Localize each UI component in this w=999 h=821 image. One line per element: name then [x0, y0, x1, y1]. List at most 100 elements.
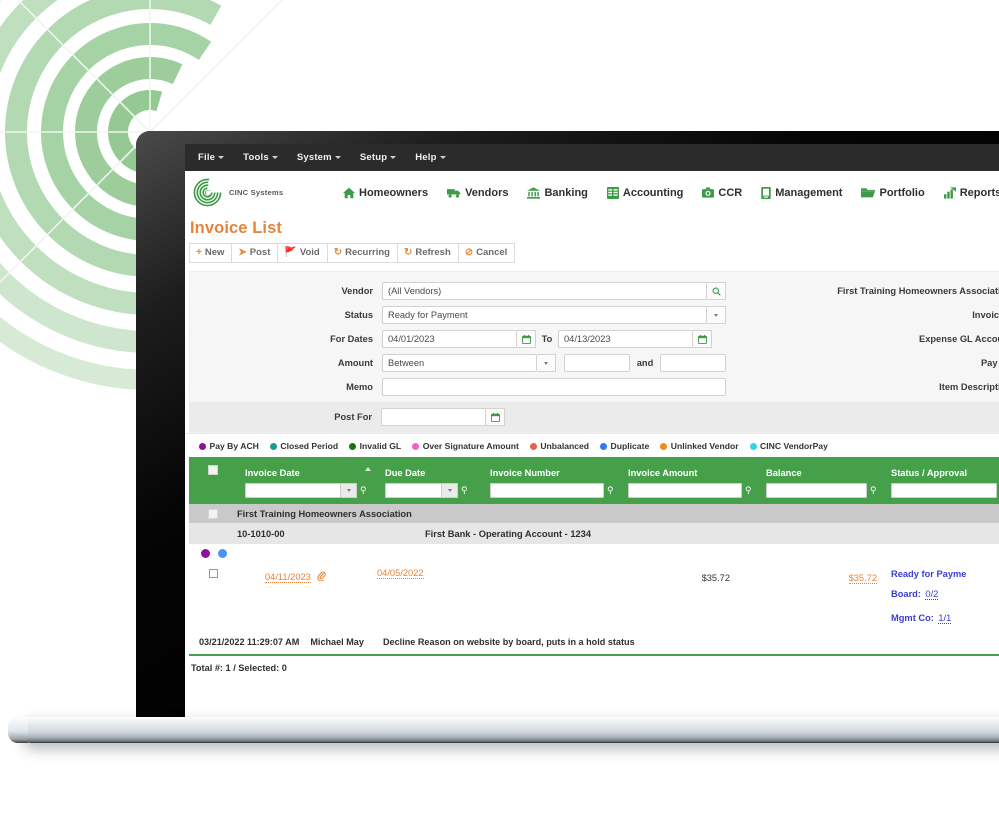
menu-help-label: Help: [415, 152, 437, 163]
table-row[interactable]: 04/11/2023 04/05/2022 $35.72 $35.72 Read…: [189, 562, 999, 628]
post-for-input[interactable]: [381, 408, 486, 426]
menu-tools[interactable]: Tools: [243, 152, 278, 163]
row-note: 03/21/2022 11:29:07 AM Michael May Decli…: [189, 628, 999, 656]
cell-due-date[interactable]: 04/05/2022: [377, 568, 424, 579]
chevron-down-icon: [271, 156, 278, 159]
post-for-calendar-button[interactable]: [486, 408, 505, 426]
column-header-invoice-date[interactable]: Invoice Date: [237, 468, 300, 478]
nav-item-management[interactable]: Management: [761, 186, 842, 199]
mgmt-approval-value[interactable]: 1/1: [938, 612, 952, 624]
post-button[interactable]: ➤ Post: [231, 243, 278, 263]
status-label: Status: [344, 310, 373, 320]
filter-funnel-icon[interactable]: ⚲: [607, 485, 616, 496]
calendar-icon: [697, 334, 707, 344]
expense-gl-label: Expense GL Account: [919, 334, 999, 344]
column-header-invoice-amount[interactable]: Invoice Amount: [620, 468, 697, 478]
filter-funnel-icon[interactable]: ⚲: [745, 485, 754, 496]
legend-item-unlinked-vendor: Unlinked Vendor: [660, 441, 739, 451]
nav-item-banking[interactable]: Banking: [527, 187, 588, 199]
nav-item-ccr[interactable]: CCR: [702, 187, 742, 199]
cancel-button[interactable]: ⊘ Cancel: [457, 243, 516, 263]
legend-label: Over Signature Amount: [422, 441, 519, 451]
status-legend: Pay By ACH Closed Period Invalid GL Over…: [185, 433, 999, 457]
nav-item-homeowners[interactable]: Homeowners: [343, 187, 428, 199]
group-row-label: First Training Homeowners Association: [237, 508, 412, 519]
cell-invoice-date[interactable]: 04/11/2023: [265, 572, 311, 583]
board-approval-value[interactable]: 0/2: [925, 589, 939, 601]
menu-setup[interactable]: Setup: [360, 152, 397, 163]
filter-balance-input[interactable]: [766, 483, 867, 498]
nav-item-portfolio[interactable]: Portfolio: [861, 186, 925, 199]
filter-due-date-dropdown[interactable]: [442, 483, 458, 498]
amount-operator-dropdown-button[interactable]: [537, 354, 556, 372]
legend-dot-icon: [660, 442, 668, 450]
filter-row-dates: For Dates 04/01/2023 To 04/13/2023 Expen…: [190, 330, 999, 348]
void-button[interactable]: 🚩 Void: [277, 243, 327, 263]
board-approval-label: Board:: [891, 589, 921, 600]
group-select-checkbox[interactable]: [208, 508, 218, 519]
paperclip-icon[interactable]: [317, 568, 326, 586]
column-header-status-approval[interactable]: Status / Approval: [883, 468, 967, 478]
filter-status-input[interactable]: [891, 483, 997, 498]
for-date-from-input[interactable]: 04/01/2023: [382, 330, 517, 348]
legend-label: Pay By ACH: [209, 441, 259, 451]
menu-system[interactable]: System: [297, 152, 341, 163]
vendor-search-button[interactable]: [707, 282, 726, 300]
nav-items: Homeowners Vendors Banking Accounting CC…: [343, 186, 999, 199]
cell-status[interactable]: Ready for Payme: [891, 568, 999, 581]
legend-dot-icon: [749, 442, 757, 450]
refresh-button[interactable]: ↻ Refresh: [396, 243, 458, 263]
note-timestamp: 03/21/2022 11:29:07 AM: [199, 636, 300, 647]
chevron-down-icon: [346, 489, 351, 492]
for-date-to-calendar-button[interactable]: [693, 330, 712, 348]
chevron-down-icon: [447, 489, 452, 492]
calendar-icon: [521, 334, 531, 344]
column-header-balance[interactable]: Balance: [758, 468, 802, 478]
filter-invoice-date-input[interactable]: [245, 483, 341, 498]
grid-group-row: First Training Homeowners Association: [189, 504, 999, 523]
menu-help[interactable]: Help: [415, 152, 446, 163]
date-to-label: To: [541, 334, 553, 344]
new-button[interactable]: + New: [189, 243, 232, 263]
home-icon: [343, 187, 355, 199]
memo-input[interactable]: [382, 378, 726, 396]
status-select[interactable]: Ready for Payment: [382, 306, 707, 324]
select-all-checkbox[interactable]: [208, 465, 218, 475]
filter-funnel-icon[interactable]: ⚲: [870, 485, 879, 496]
filter-invoice-date-dropdown[interactable]: [341, 483, 357, 498]
filter-funnel-icon[interactable]: ⚲: [461, 485, 470, 496]
nav-item-portfolio-label: Portfolio: [879, 186, 925, 199]
column-header-due-date[interactable]: Due Date: [377, 468, 425, 478]
for-date-from-calendar-button[interactable]: [517, 330, 536, 348]
amount-label: Amount: [337, 358, 373, 368]
column-header-invoice-number[interactable]: Invoice Number: [482, 468, 560, 478]
filter-due-date-input[interactable]: [385, 483, 442, 498]
vendor-input[interactable]: (All Vendors): [382, 282, 707, 300]
filter-invoice-amount-input[interactable]: [628, 483, 742, 498]
nav-item-vendors[interactable]: Vendors: [447, 187, 508, 199]
recurring-button-label: Recurring: [345, 247, 390, 258]
cell-balance[interactable]: $35.72: [848, 573, 877, 584]
status-dropdown-button[interactable]: [707, 306, 726, 324]
legend-label: Closed Period: [280, 441, 339, 451]
row-select-checkbox[interactable]: [208, 569, 218, 578]
brand-logo[interactable]: C CINC Systems: [193, 178, 343, 207]
filter-invoice-number-input[interactable]: [490, 483, 604, 498]
recurring-icon: ↻: [333, 246, 343, 258]
amount-operator-select[interactable]: Between: [382, 354, 537, 372]
chevron-down-icon: [714, 313, 718, 317]
post-for-label: Post For: [334, 412, 372, 422]
nav-item-reports[interactable]: Reports: [943, 186, 999, 199]
filter-row-status: Status Ready for Payment Invoice #: [190, 306, 999, 324]
invoice-number-label: Invoice #: [972, 310, 999, 320]
amount-max-input[interactable]: [660, 354, 726, 372]
note-text: Decline Reason on website by board, puts…: [382, 636, 635, 647]
recurring-button[interactable]: ↻ Recurring: [326, 243, 397, 263]
for-date-to-input[interactable]: 04/13/2023: [558, 330, 693, 348]
cell-invoice-amount: $35.72: [701, 573, 730, 583]
nav-item-reports-label: Reports: [959, 186, 999, 199]
nav-item-accounting[interactable]: Accounting: [606, 186, 683, 199]
filter-funnel-icon[interactable]: ⚲: [360, 485, 369, 496]
menu-file[interactable]: File: [198, 152, 225, 163]
amount-min-input[interactable]: [564, 354, 630, 372]
